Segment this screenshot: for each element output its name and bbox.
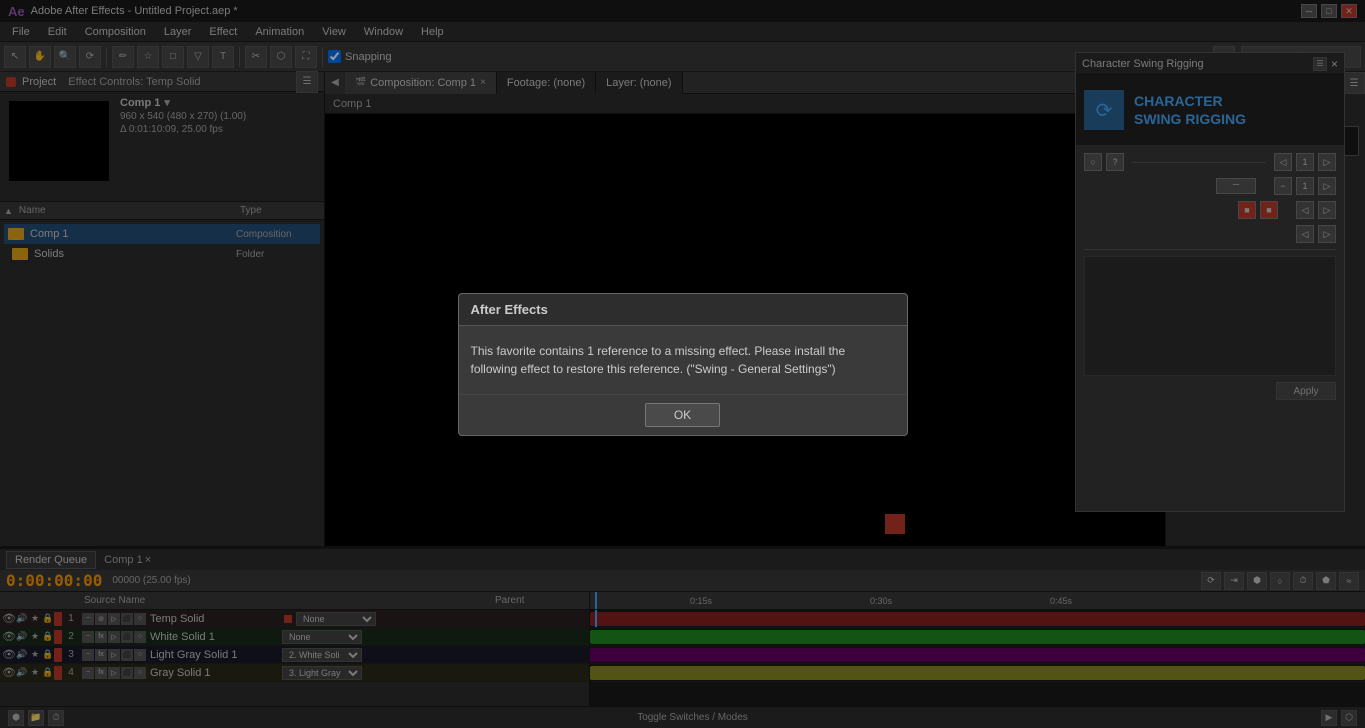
modal-message: This favorite contains 1 reference to a … — [471, 342, 895, 378]
modal-ok-button[interactable]: OK — [645, 403, 720, 427]
modal-overlay: After Effects This favorite contains 1 r… — [0, 0, 1365, 728]
modal-body: This favorite contains 1 reference to a … — [459, 326, 907, 394]
modal-title: After Effects — [459, 294, 907, 326]
after-effects-dialog: After Effects This favorite contains 1 r… — [458, 293, 908, 436]
modal-footer: OK — [459, 394, 907, 435]
